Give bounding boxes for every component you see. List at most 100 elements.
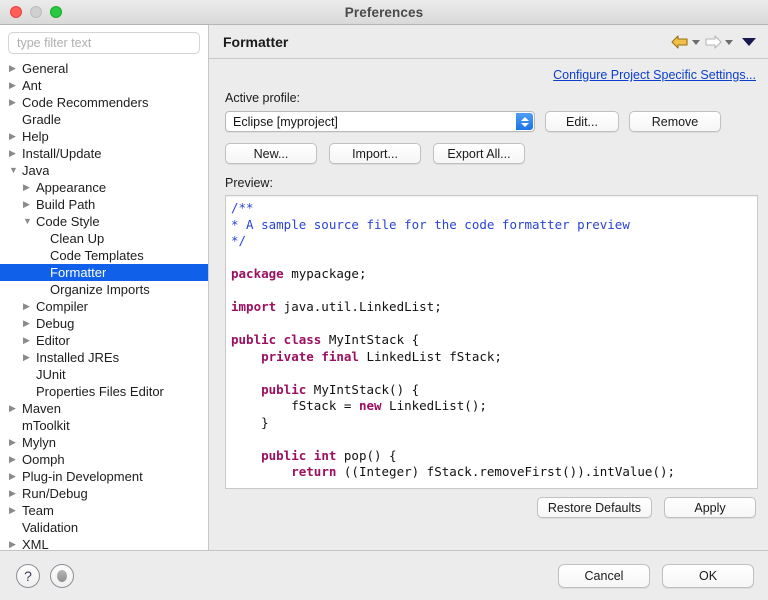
code-token: return xyxy=(291,464,337,479)
toggle-dot-icon xyxy=(57,569,67,582)
sidebar-item-clean-up[interactable]: ▶Clean Up xyxy=(0,230,208,247)
code-token: ((Integer) fStack.removeFirst()).intValu… xyxy=(336,464,676,479)
chevron-right-icon[interactable]: ▶ xyxy=(23,332,36,349)
sidebar-item-xml[interactable]: ▶ XML xyxy=(0,536,208,550)
filter-input[interactable] xyxy=(8,32,200,54)
toggle-circle-icon[interactable] xyxy=(50,563,74,588)
chevron-down-icon[interactable]: ▼ xyxy=(9,162,22,179)
sidebar-item-label: Plug-in Development xyxy=(22,469,143,484)
sidebar-item-label: Code Templates xyxy=(50,248,144,263)
code-token: private final xyxy=(261,348,359,364)
sidebar-item-team[interactable]: ▶ Team xyxy=(0,502,208,519)
preferences-detail-pane: Formatter Configure Project Specific Set… xyxy=(209,25,768,550)
cancel-button[interactable]: Cancel xyxy=(558,563,650,588)
view-menu-icon[interactable] xyxy=(742,38,756,46)
code-token: mypackage; xyxy=(283,266,367,281)
sidebar-item-general[interactable]: ▶ General xyxy=(0,60,208,77)
configure-project-specific-settings-link[interactable]: Configure Project Specific Settings... xyxy=(553,68,756,82)
sidebar-item-ant[interactable]: ▶ Ant xyxy=(0,77,208,94)
back-button[interactable] xyxy=(670,34,700,50)
preferences-window: Preferences ▶General▶Ant▶Code Recommende… xyxy=(0,0,768,600)
sidebar-item-debug[interactable]: ▶ Debug xyxy=(0,315,208,332)
apply-button[interactable]: Apply xyxy=(664,497,756,518)
sidebar-item-appearance[interactable]: ▶ Appearance xyxy=(0,179,208,196)
chevron-right-icon[interactable]: ▶ xyxy=(9,400,22,417)
chevron-right-icon[interactable]: ▶ xyxy=(23,196,36,213)
chevron-right-icon[interactable]: ▶ xyxy=(9,468,22,485)
forward-dropdown-caret-icon[interactable] xyxy=(725,40,733,45)
sidebar-item-mtoolkit[interactable]: ▶mToolkit xyxy=(0,417,208,434)
chevron-right-icon[interactable]: ▶ xyxy=(9,145,22,162)
sidebar-item-java[interactable]: ▼ Java xyxy=(0,162,208,179)
chevron-right-icon[interactable]: ▶ xyxy=(9,128,22,145)
ok-button[interactable]: OK xyxy=(662,563,754,588)
sidebar-item-properties-files-editor[interactable]: ▶Properties Files Editor xyxy=(0,383,208,400)
restore-defaults-button[interactable]: Restore Defaults xyxy=(536,497,652,518)
chevron-right-icon[interactable]: ▶ xyxy=(9,434,22,451)
sidebar-item-build-path[interactable]: ▶ Build Path xyxy=(0,196,208,213)
minimize-window-icon[interactable] xyxy=(30,6,42,18)
sidebar-item-label: Formatter xyxy=(50,265,107,280)
chevron-right-icon[interactable]: ▶ xyxy=(23,349,36,366)
project-settings-link-row: Configure Project Specific Settings... xyxy=(225,67,758,82)
chevron-right-icon[interactable]: ▶ xyxy=(23,315,36,332)
sidebar-item-mylyn[interactable]: ▶ Mylyn xyxy=(0,434,208,451)
help-question-icon[interactable]: ? xyxy=(16,563,40,588)
export-all-profiles-button[interactable]: Export All... xyxy=(433,143,525,164)
active-profile-select[interactable]: Eclipse [myproject] xyxy=(225,111,535,132)
sidebar-item-installed-jres[interactable]: ▶ Installed JREs xyxy=(0,349,208,366)
chevron-right-icon[interactable]: ▶ xyxy=(9,60,22,77)
chevron-right-icon[interactable]: ▶ xyxy=(9,485,22,502)
sidebar-item-formatter[interactable]: ▶Formatter xyxy=(0,264,208,281)
sidebar-item-gradle[interactable]: ▶Gradle xyxy=(0,111,208,128)
active-profile-row: Eclipse [myproject] Edit... Remove xyxy=(225,111,758,132)
sidebar-item-junit[interactable]: ▶JUnit xyxy=(0,366,208,383)
active-profile-label: Active profile: xyxy=(225,91,301,105)
sidebar-item-label: Help xyxy=(22,129,49,144)
chevron-up-icon xyxy=(520,116,529,121)
chevron-right-icon[interactable]: ▶ xyxy=(9,451,22,468)
sidebar-item-label: Install/Update xyxy=(22,146,102,161)
chevron-right-icon[interactable]: ▶ xyxy=(9,536,22,550)
sidebar-item-compiler[interactable]: ▶ Compiler xyxy=(0,298,208,315)
sidebar-item-run-debug[interactable]: ▶ Run/Debug xyxy=(0,485,208,502)
chevron-right-icon[interactable]: ▶ xyxy=(9,502,22,519)
sidebar-item-code-templates[interactable]: ▶Code Templates xyxy=(0,247,208,264)
sidebar-item-label: Code Recommenders xyxy=(22,95,149,110)
sidebar-item-oomph[interactable]: ▶ Oomph xyxy=(0,451,208,468)
chevron-down-icon xyxy=(520,122,529,127)
remove-profile-button[interactable]: Remove xyxy=(629,111,721,132)
sidebar-item-install-update[interactable]: ▶ Install/Update xyxy=(0,145,208,162)
sidebar-item-label: Gradle xyxy=(22,112,62,127)
chevron-right-icon[interactable]: ▶ xyxy=(23,298,36,315)
sidebar-item-code-recommenders[interactable]: ▶ Code Recommenders xyxy=(0,94,208,111)
new-profile-button[interactable]: New... xyxy=(225,143,317,164)
chevron-right-icon[interactable]: ▶ xyxy=(23,179,36,196)
sidebar-item-maven[interactable]: ▶ Maven xyxy=(0,400,208,417)
sidebar-item-code-style[interactable]: ▼ Code Style xyxy=(0,213,208,230)
sidebar-item-editor[interactable]: ▶ Editor xyxy=(0,332,208,349)
sidebar-item-organize-imports[interactable]: ▶Organize Imports xyxy=(0,281,208,298)
maximize-window-icon[interactable] xyxy=(50,6,62,18)
sidebar-item-plug-in-development[interactable]: ▶ Plug-in Development xyxy=(0,468,208,485)
import-profile-button[interactable]: Import... xyxy=(329,143,421,164)
sidebar-item-label: Mylyn xyxy=(22,435,56,450)
sidebar-item-label: Build Path xyxy=(36,197,96,212)
chevron-updown-icon[interactable] xyxy=(516,113,533,130)
chevron-right-icon[interactable]: ▶ xyxy=(9,94,22,111)
chevron-down-icon[interactable]: ▼ xyxy=(23,213,36,230)
code-token: MyIntStack { xyxy=(321,332,420,347)
close-window-icon[interactable] xyxy=(10,6,22,18)
preferences-tree[interactable]: ▶General▶Ant▶Code Recommenders▶Gradle▶He… xyxy=(0,59,208,550)
forward-button[interactable] xyxy=(703,34,733,50)
sidebar-item-validation[interactable]: ▶Validation xyxy=(0,519,208,536)
edit-profile-button[interactable]: Edit... xyxy=(545,111,619,132)
page-action-buttons: Restore Defaults Apply xyxy=(225,489,758,527)
dialog-body: ▶General▶Ant▶Code Recommenders▶Gradle▶He… xyxy=(0,25,768,550)
chevron-right-icon[interactable]: ▶ xyxy=(9,77,22,94)
footer-left-icons: ? xyxy=(16,563,74,588)
back-dropdown-caret-icon[interactable] xyxy=(692,40,700,45)
sidebar-item-help[interactable]: ▶ Help xyxy=(0,128,208,145)
preview-label: Preview: xyxy=(225,176,273,190)
